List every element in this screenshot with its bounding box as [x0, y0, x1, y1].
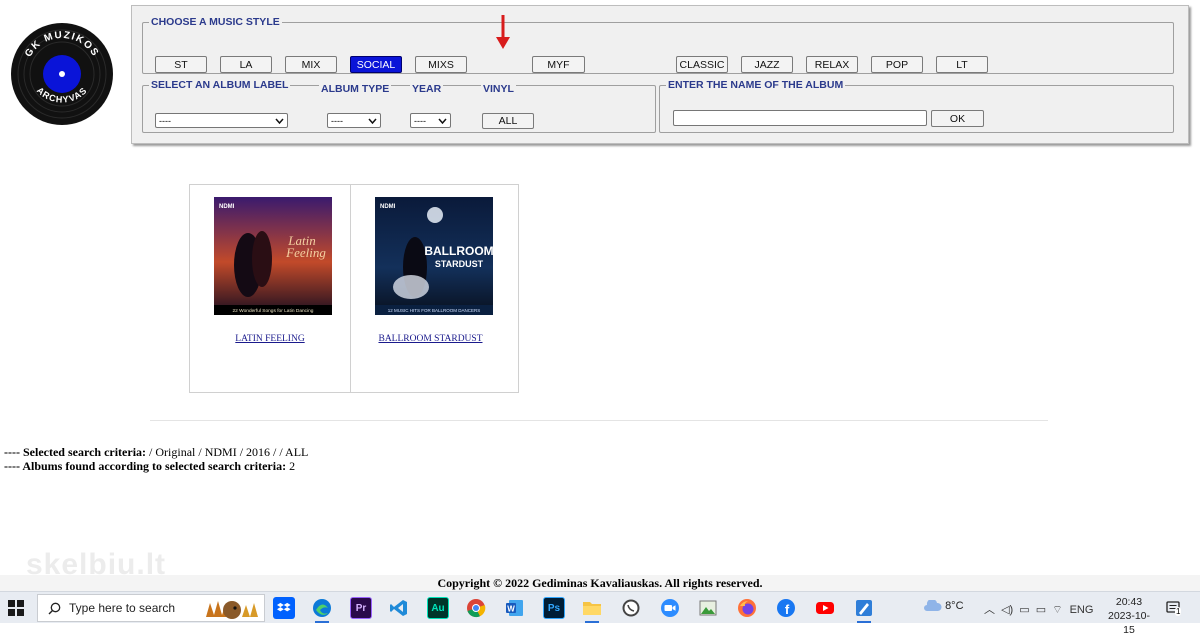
speaker-icon[interactable]: ◁): [1001, 604, 1013, 616]
weather-widget[interactable]: 8°C: [922, 598, 964, 612]
style-button-lt[interactable]: LT: [936, 56, 988, 73]
copyright: Copyright © 2022 Gediminas Kavaliauskas.…: [437, 576, 763, 590]
windows-start-icon[interactable]: [8, 600, 24, 616]
clock[interactable]: 20:43 2023-10-15: [1103, 595, 1155, 637]
album-grid: NDMI Latin Feeling 22 Wonderful Songs fo…: [189, 184, 519, 393]
album-type-select[interactable]: ----: [327, 113, 381, 128]
photoshop-icon[interactable]: Ps: [543, 597, 565, 619]
album-cover-ballroom-stardust[interactable]: NDMI BALLROOM STARDUST 12 MUSIC HITS FOR…: [375, 197, 493, 315]
vinyl-all-button[interactable]: ALL: [482, 113, 534, 129]
style-button-la[interactable]: LA: [220, 56, 272, 73]
facebook-icon[interactable]: f: [775, 597, 797, 619]
autumn-hedgehog-icon: [206, 601, 258, 619]
criteria-found-label: ---- Albums found according to selected …: [4, 459, 287, 473]
year-select-value: ----: [414, 115, 426, 126]
album-label-legend: SELECT AN ALBUM LABEL: [151, 79, 289, 91]
firefox-icon[interactable]: [736, 597, 758, 619]
cloud-icon: [924, 598, 942, 612]
chrome-icon[interactable]: [465, 597, 487, 619]
cover-badge: NDMI: [219, 204, 235, 210]
album-filter-group: SELECT AN ALBUM LABEL ALBUM TYPE YEAR VI…: [142, 79, 656, 133]
style-button-relax[interactable]: RELAX: [806, 56, 858, 73]
album-type-select-value: ----: [331, 115, 343, 126]
cover-title-line2: STARDUST: [435, 259, 484, 269]
style-button-myf[interactable]: MYF: [532, 56, 585, 73]
battery-icon[interactable]: ▭: [1019, 604, 1029, 616]
dropbox-icon[interactable]: [273, 597, 295, 619]
search-icon: [48, 602, 61, 615]
chevron-down-icon: [368, 118, 377, 125]
cover-title-line1: BALLROOM: [424, 244, 493, 258]
word-icon[interactable]: W: [504, 597, 526, 619]
album-link-latin-feeling[interactable]: LATIN FEELING: [190, 334, 350, 344]
clock-time: 20:43: [1115, 596, 1143, 608]
music-style-legend: CHOOSE A MUSIC STYLE: [151, 16, 280, 28]
youtube-icon[interactable]: [814, 597, 836, 619]
album-label-select[interactable]: ----: [155, 113, 288, 128]
cover-caption: 22 Wonderful Songs for Latin Dancing: [233, 308, 314, 314]
wifi-icon[interactable]: ⌔: [1052, 604, 1062, 616]
windows-taskbar: Type here to search Pr Au W Ps f 8°C ︿ ◁…: [0, 591, 1200, 636]
style-button-classic[interactable]: CLASSIC: [676, 56, 728, 73]
style-button-st[interactable]: ST: [155, 56, 207, 73]
album-card: NDMI Latin Feeling 22 Wonderful Songs fo…: [190, 185, 350, 392]
album-name-legend: ENTER THE NAME OF THE ALBUM: [668, 79, 844, 91]
paint-icon[interactable]: [853, 597, 875, 623]
red-arrow-indicator: [496, 15, 510, 49]
gk-muzikos-logo[interactable]: GK MUZIKOS ARCHYVAS: [10, 22, 114, 126]
album-card: NDMI BALLROOM STARDUST 12 MUSIC HITS FOR…: [350, 185, 510, 392]
chevron-up-icon[interactable]: ︿: [984, 604, 995, 616]
vinyl-label: VINYL: [481, 83, 516, 95]
style-button-pop[interactable]: POP: [871, 56, 923, 73]
display-icon[interactable]: ▭: [1036, 604, 1046, 616]
chevron-down-icon: [275, 118, 284, 125]
edge-icon[interactable]: [311, 597, 333, 623]
search-panel: CHOOSE A MUSIC STYLE ST LA MIX SOCIAL MI…: [131, 5, 1189, 144]
album-name-input[interactable]: [673, 110, 927, 126]
premiere-icon[interactable]: Pr: [350, 597, 372, 619]
criteria-found-value: 2: [289, 459, 296, 473]
language-indicator[interactable]: ENG: [1070, 604, 1094, 616]
album-cover-latin-feeling[interactable]: NDMI Latin Feeling 22 Wonderful Songs fo…: [214, 197, 332, 315]
svg-text:f: f: [785, 602, 790, 617]
notification-center-icon[interactable]: 1: [1166, 600, 1182, 621]
cover-caption: 12 MUSIC HITS FOR BALLROOM DANCERS: [388, 308, 481, 313]
criteria-selected-value: / Original / NDMI / 2016 / / ALL: [149, 445, 309, 459]
clock-date: 2023-10-15: [1107, 610, 1151, 636]
style-button-social[interactable]: SOCIAL: [350, 56, 402, 73]
search-criteria: ---- Selected search criteria: / Origina…: [4, 445, 308, 473]
svg-text:W: W: [507, 605, 515, 614]
zoom-icon[interactable]: [659, 597, 681, 619]
vscode-icon[interactable]: [388, 597, 410, 619]
chevron-down-icon: [438, 118, 447, 125]
photos-icon[interactable]: [697, 597, 719, 619]
cover-title-line2: Feeling: [285, 245, 326, 260]
year-label: YEAR: [410, 83, 444, 95]
album-type-label: ALBUM TYPE: [319, 83, 392, 95]
system-tray: ︿ ◁) ▭ ▭ ⌔ ENG: [984, 601, 1093, 617]
weather-temperature: 8°C: [945, 600, 964, 612]
album-name-group: ENTER THE NAME OF THE ALBUM OK: [659, 79, 1174, 133]
ok-button[interactable]: OK: [931, 110, 984, 127]
whatsapp-icon[interactable]: [620, 597, 642, 619]
file-explorer-icon[interactable]: [581, 597, 603, 623]
audition-icon[interactable]: Au: [427, 597, 449, 619]
music-style-group: CHOOSE A MUSIC STYLE ST LA MIX SOCIAL MI…: [142, 16, 1174, 74]
cover-badge: NDMI: [380, 204, 396, 210]
taskbar-search-input[interactable]: Type here to search: [37, 594, 265, 622]
album-link-ballroom-stardust[interactable]: BALLROOM STARDUST: [351, 334, 510, 344]
criteria-selected-label: ---- Selected search criteria:: [4, 445, 147, 459]
style-button-mix[interactable]: MIX: [285, 56, 337, 73]
year-select[interactable]: ----: [410, 113, 451, 128]
style-button-mixs[interactable]: MIXS: [415, 56, 467, 73]
album-label-select-value: ----: [159, 115, 171, 126]
divider: [150, 420, 1048, 421]
style-button-jazz[interactable]: JAZZ: [741, 56, 793, 73]
notification-count: 1: [1175, 607, 1182, 616]
search-placeholder: Type here to search: [69, 601, 176, 615]
